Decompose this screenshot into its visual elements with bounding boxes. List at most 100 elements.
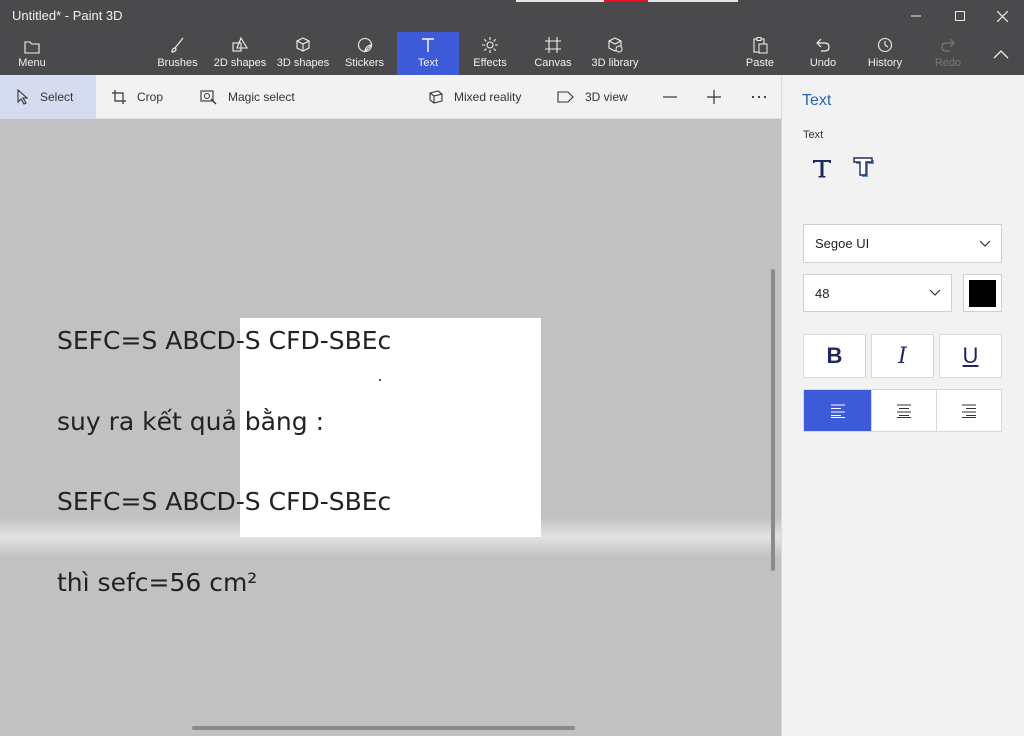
tool-options-bar: Select Crop Magic select Mixed reality 3… bbox=[0, 75, 781, 119]
underline-label: U bbox=[962, 343, 979, 368]
text-line[interactable]: suy ra kết quả bằng : bbox=[57, 407, 324, 436]
minimize-icon bbox=[911, 15, 921, 17]
folder-icon bbox=[24, 32, 40, 54]
font-family-value: Segoe UI bbox=[815, 236, 870, 251]
font-size-dropdown[interactable]: 48 bbox=[803, 274, 952, 312]
text-side-panel: Text Text Segoe UI 48 B I U bbox=[781, 75, 1024, 736]
3d-shapes-icon bbox=[294, 32, 312, 54]
history-icon bbox=[876, 32, 894, 54]
title-bar: Untitled* - Paint 3D bbox=[0, 0, 1024, 32]
tool-label: Effects bbox=[473, 57, 507, 69]
panel-title: Text bbox=[802, 92, 832, 109]
3d-text-icon bbox=[853, 157, 874, 177]
tool-brushes[interactable]: Brushes bbox=[155, 32, 200, 75]
paste-icon bbox=[751, 32, 769, 54]
mixed-reality-button[interactable]: Mixed reality bbox=[428, 75, 521, 119]
tool-3d-library[interactable]: 3D library bbox=[588, 32, 642, 75]
title-accent-line bbox=[604, 0, 648, 2]
text-line[interactable]: SEFC=S ABCD-S CFD-SBEc bbox=[57, 326, 391, 355]
vertical-scrollbar[interactable] bbox=[771, 269, 775, 571]
align-center-icon bbox=[897, 404, 911, 418]
italic-button[interactable]: I bbox=[871, 334, 934, 378]
tool-label: 3D library bbox=[591, 57, 639, 69]
paste-button[interactable]: Paste bbox=[742, 32, 778, 75]
font-family-dropdown[interactable]: Segoe UI bbox=[803, 224, 1002, 263]
cursor-icon bbox=[16, 89, 30, 105]
horizontal-scrollbar[interactable] bbox=[192, 726, 575, 730]
action-label: Undo bbox=[809, 57, 837, 69]
action-label: Paste bbox=[745, 57, 775, 69]
ribbon: Menu Brushes 2D shapes 3D shapes Sticker… bbox=[0, 32, 1024, 75]
tool-text[interactable]: Text bbox=[397, 32, 459, 75]
history-button[interactable]: History bbox=[864, 32, 906, 75]
more-options-button[interactable] bbox=[750, 75, 768, 119]
magic-select-label: Magic select bbox=[228, 90, 295, 104]
tool-label: Canvas bbox=[534, 57, 572, 69]
3d-library-icon bbox=[606, 32, 624, 54]
text-line[interactable]: thì sefc=56 cm² bbox=[57, 568, 257, 597]
tool-2d-shapes[interactable]: 2D shapes bbox=[212, 32, 268, 75]
bold-label: B bbox=[826, 343, 843, 368]
tool-label: Brushes bbox=[157, 57, 198, 69]
effects-icon bbox=[481, 32, 499, 54]
tool-canvas[interactable]: Canvas bbox=[533, 32, 573, 75]
3d-view-icon bbox=[557, 89, 575, 105]
align-left-icon bbox=[830, 404, 845, 418]
ellipsis-icon bbox=[751, 95, 767, 99]
chevron-down-icon bbox=[979, 240, 991, 247]
crop-label: Crop bbox=[137, 90, 164, 104]
tool-label: Text bbox=[417, 57, 439, 69]
plus-icon bbox=[707, 90, 721, 104]
bold-button[interactable]: B bbox=[803, 334, 866, 378]
chevron-down-icon bbox=[929, 289, 941, 296]
italic-label: I bbox=[898, 343, 907, 369]
crop-button[interactable]: Crop bbox=[111, 75, 163, 119]
action-label: History bbox=[867, 57, 903, 69]
align-right-button[interactable] bbox=[936, 389, 1002, 432]
select-label: Select bbox=[40, 90, 74, 104]
minus-icon bbox=[663, 96, 677, 98]
canvas-icon bbox=[544, 32, 562, 54]
tool-label: 3D shapes bbox=[276, 57, 330, 69]
maximize-icon bbox=[955, 11, 965, 21]
menu-button[interactable]: Menu bbox=[12, 32, 52, 75]
zoom-in-button[interactable] bbox=[706, 75, 722, 119]
redo-button[interactable]: Redo bbox=[930, 32, 966, 75]
canvas-workspace[interactable]: SEFC=S ABCD-S CFD-SBEc suy ra kết quả bằ… bbox=[0, 119, 781, 736]
3d-text-button[interactable] bbox=[848, 153, 880, 183]
close-button[interactable] bbox=[980, 0, 1024, 32]
title-accent-line bbox=[516, 0, 604, 2]
select-button[interactable]: Select bbox=[0, 75, 96, 119]
tool-effects[interactable]: Effects bbox=[470, 32, 510, 75]
title-accent-line bbox=[648, 0, 738, 2]
mixed-reality-icon bbox=[428, 89, 444, 105]
minimize-button[interactable] bbox=[894, 0, 938, 32]
underline-button[interactable]: U bbox=[939, 334, 1002, 378]
redo-icon bbox=[939, 32, 957, 54]
tool-stickers[interactable]: Stickers bbox=[342, 32, 387, 75]
align-right-icon bbox=[962, 404, 976, 418]
tool-3d-shapes[interactable]: 3D shapes bbox=[274, 32, 332, 75]
menu-label: Menu bbox=[18, 57, 46, 69]
color-swatch bbox=[969, 279, 996, 307]
3d-view-button[interactable]: 3D view bbox=[557, 75, 628, 119]
chevron-up-icon bbox=[993, 49, 1009, 58]
font-size-value: 48 bbox=[815, 285, 830, 301]
undo-icon bbox=[814, 32, 832, 54]
text-line[interactable]: SEFC=S ABCD-S CFD-SBEc bbox=[57, 487, 391, 516]
align-center-button[interactable] bbox=[871, 389, 937, 432]
magic-select-button[interactable]: Magic select bbox=[200, 75, 295, 119]
mixed-reality-label: Mixed reality bbox=[454, 90, 522, 104]
magic-select-icon bbox=[200, 89, 218, 105]
window-title: Untitled* - Paint 3D bbox=[12, 8, 123, 23]
text-color-picker[interactable] bbox=[963, 274, 1002, 312]
tool-label: 2D shapes bbox=[213, 57, 267, 69]
align-left-button[interactable] bbox=[803, 389, 872, 432]
text-icon bbox=[419, 32, 437, 54]
action-label: Redo bbox=[934, 57, 962, 69]
collapse-ribbon-button[interactable] bbox=[986, 32, 1016, 75]
maximize-button[interactable] bbox=[938, 0, 982, 32]
2d-text-button[interactable] bbox=[806, 153, 838, 183]
undo-button[interactable]: Undo bbox=[805, 32, 841, 75]
zoom-out-button[interactable] bbox=[662, 75, 678, 119]
